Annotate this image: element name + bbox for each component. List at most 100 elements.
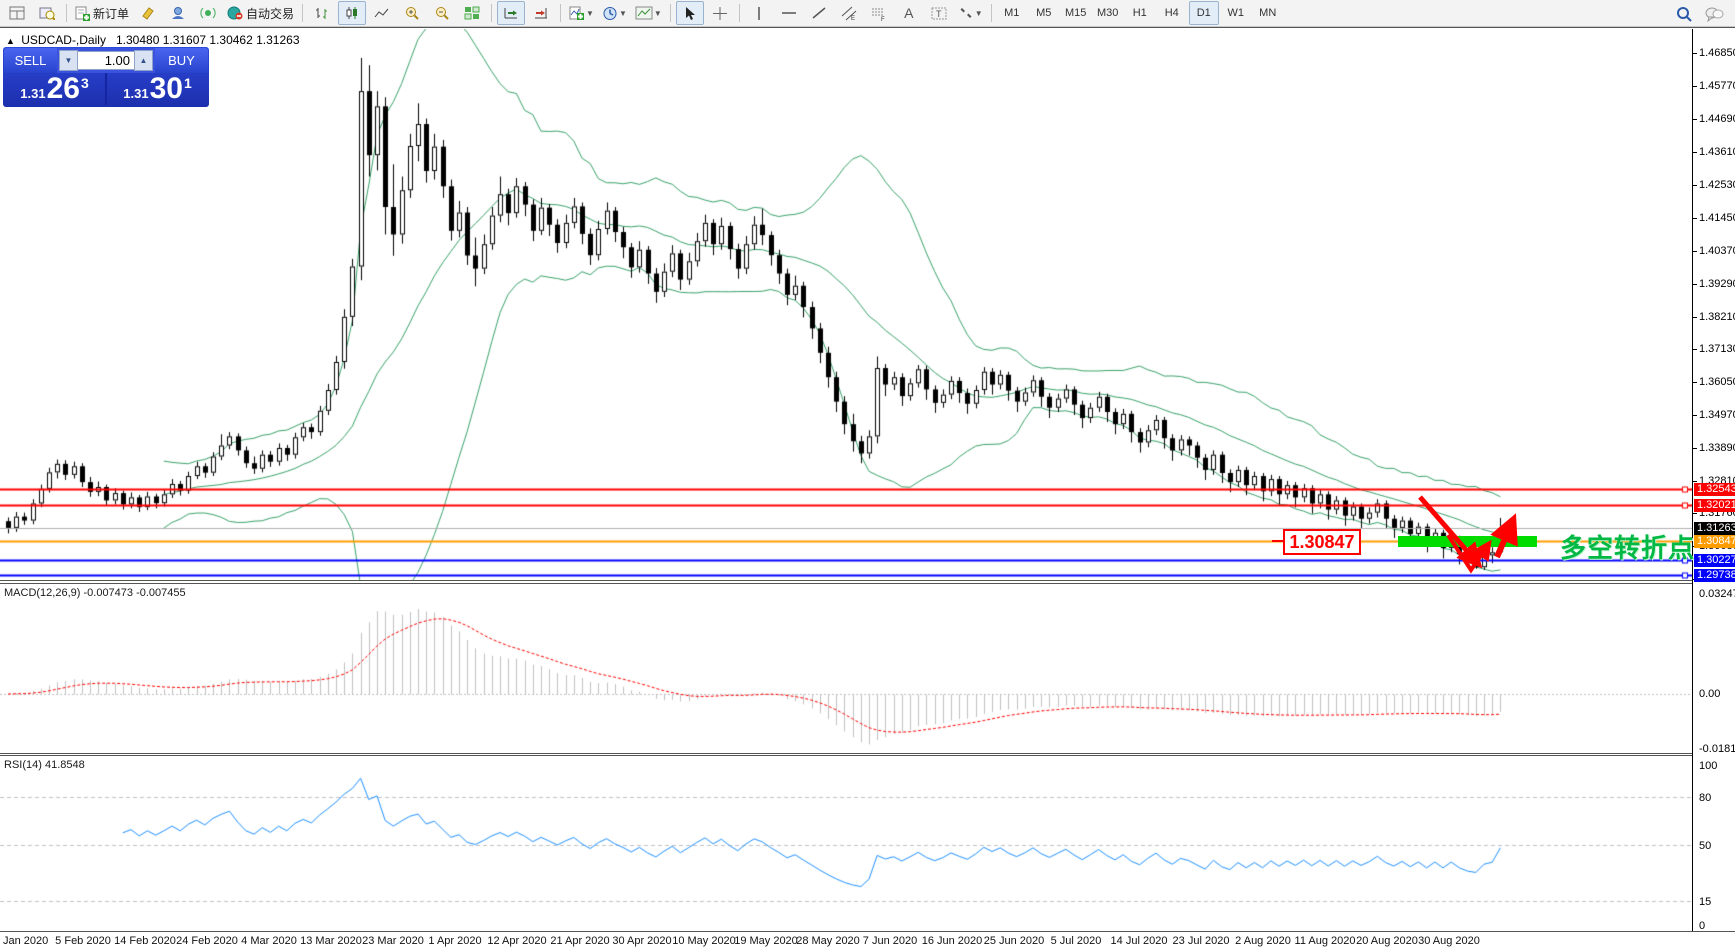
tile-windows-icon[interactable] — [458, 1, 486, 25]
main-chart-canvas[interactable] — [0, 29, 1692, 580]
horizontal-line-icon[interactable] — [775, 1, 803, 25]
search-icon[interactable] — [1670, 2, 1698, 26]
cursor-icon[interactable] — [676, 1, 704, 25]
date-label: 5 Feb 2020 — [55, 935, 111, 947]
periods-icon[interactable]: ▼ — [599, 1, 630, 25]
crosshair-icon[interactable] — [706, 1, 734, 25]
date-label: 21 Apr 2020 — [550, 935, 609, 947]
auto-scroll-icon[interactable] — [497, 1, 525, 25]
collapse-icon[interactable]: ▲ — [6, 36, 15, 46]
price-tick-label: 1.43610 — [1699, 146, 1735, 159]
styles-icon[interactable] — [134, 1, 162, 25]
price-tick-label: 1.44690 — [1699, 113, 1735, 126]
price-level-label: 1.32543 — [1694, 483, 1735, 496]
timeframe-D1[interactable]: D1 — [1189, 1, 1219, 25]
macd-axis-label: -0.018182 — [1699, 743, 1735, 756]
price-tick-label: 1.40370 — [1699, 245, 1735, 258]
price-tick-label: 1.42530 — [1699, 179, 1735, 192]
price-axis[interactable]: 1.468501.457701.446901.436101.425301.414… — [1692, 29, 1735, 931]
fibonacci-icon[interactable]: F — [865, 1, 893, 25]
timeframe-M30[interactable]: M30 — [1093, 1, 1123, 25]
timeframe-M1[interactable]: M1 — [997, 1, 1027, 25]
price-tick-label: 1.34970 — [1699, 409, 1735, 422]
time-axis[interactable]: 7 Jan 20205 Feb 202014 Feb 202024 Feb 20… — [0, 933, 1735, 949]
level-price-box[interactable]: 1.30847 — [1283, 529, 1361, 555]
axis-tick — [1693, 382, 1697, 383]
trendline-icon[interactable] — [805, 1, 833, 25]
text-label-icon[interactable]: T — [925, 1, 953, 25]
expert-advisors-icon[interactable] — [164, 1, 192, 25]
timeframe-M15[interactable]: M15 — [1061, 1, 1091, 25]
rsi-axis-label: 80 — [1699, 792, 1711, 805]
buy-price[interactable]: 1.31 30 1 — [107, 73, 208, 105]
equidistant-channel-icon[interactable]: E — [835, 1, 863, 25]
buy-button[interactable]: BUY — [155, 48, 208, 73]
price-tick-label: 1.37130 — [1699, 343, 1735, 356]
date-label: 1 Apr 2020 — [428, 935, 481, 947]
date-label: 12 Apr 2020 — [487, 935, 546, 947]
date-label: 30 Aug 2020 — [1418, 935, 1480, 947]
date-label: 11 Aug 2020 — [1295, 935, 1356, 947]
profiles-icon[interactable] — [33, 1, 61, 25]
toolbar: 新订单 自动交易 ▼ ▼ ▼ E F A T ▼ M1M5M15M30H1H4D… — [0, 0, 1735, 27]
timeframe-MN[interactable]: MN — [1253, 1, 1283, 25]
lot-input[interactable] — [78, 51, 134, 70]
indicators-icon[interactable]: ▼ — [566, 1, 597, 25]
timeframe-W1[interactable]: W1 — [1221, 1, 1251, 25]
date-label: 10 May 2020 — [672, 935, 736, 947]
candlestick-chart-icon[interactable] — [338, 1, 366, 25]
zoom-out-icon[interactable] — [428, 1, 456, 25]
buy-price-sup: 1 — [184, 75, 192, 91]
highlight-bar[interactable] — [1398, 536, 1537, 547]
date-label: 7 Jan 2020 — [0, 935, 48, 947]
line-chart-icon[interactable] — [368, 1, 396, 25]
date-label: 30 Apr 2020 — [612, 935, 671, 947]
toolbar-separator — [739, 4, 740, 22]
templates-icon[interactable]: ▼ — [632, 1, 665, 25]
lot-decrease-button[interactable]: ▼ — [59, 50, 78, 71]
date-label: 20 Aug 2020 — [1356, 935, 1418, 947]
text-tool-icon[interactable]: A — [895, 1, 923, 25]
sell-price[interactable]: 1.31 26 3 — [4, 73, 105, 105]
timeframe-H4[interactable]: H4 — [1157, 1, 1187, 25]
rsi-axis-label: 15 — [1699, 896, 1711, 909]
arrows-tool-icon[interactable]: ▼ — [955, 1, 986, 25]
svg-text:T: T — [936, 9, 942, 19]
zoom-in-icon[interactable] — [398, 1, 426, 25]
ohlc-values: 1.30480 1.31607 1.30462 1.31263 — [116, 33, 300, 47]
lot-increase-button[interactable]: ▲ — [134, 50, 153, 71]
signals-icon[interactable] — [194, 1, 222, 25]
price-level-label: 1.31263 — [1694, 522, 1735, 535]
bar-chart-icon[interactable] — [308, 1, 336, 25]
svg-text:F: F — [881, 17, 885, 21]
chat-icon[interactable] — [1700, 2, 1728, 26]
axis-tick — [1693, 317, 1697, 318]
charts-window-icon[interactable] — [3, 1, 31, 25]
turning-point-note[interactable]: 多空转折点 — [1560, 528, 1695, 565]
rsi-canvas[interactable] — [0, 756, 1692, 931]
panel-splitter[interactable] — [0, 580, 1735, 584]
timeframe-H1[interactable]: H1 — [1125, 1, 1155, 25]
sell-button[interactable]: SELL — [4, 48, 57, 73]
axis-tick — [1693, 284, 1697, 285]
axis-tick — [1693, 481, 1697, 482]
autotrading-label: 自动交易 — [246, 5, 294, 22]
date-label: 19 May 2020 — [734, 935, 798, 947]
timeframe-M5[interactable]: M5 — [1029, 1, 1059, 25]
price-tick-label: 1.36050 — [1699, 376, 1735, 389]
autotrading-button[interactable]: 自动交易 — [224, 1, 297, 25]
vertical-line-icon[interactable] — [745, 1, 773, 25]
chart-shift-icon[interactable] — [527, 1, 555, 25]
price-tick-label: 1.38210 — [1699, 311, 1735, 324]
symbol-period-label: USDCAD-,Daily — [21, 33, 106, 47]
panel-splitter[interactable] — [0, 753, 1735, 756]
new-order-label: 新订单 — [93, 5, 129, 22]
macd-canvas[interactable] — [0, 584, 1692, 753]
toolbar-separator — [560, 4, 561, 22]
axis-tick — [1693, 152, 1697, 153]
toolbar-separator — [991, 4, 992, 22]
axis-tick — [1693, 349, 1697, 350]
sell-price-big: 26 — [47, 75, 80, 103]
price-tick-label: 1.41450 — [1699, 212, 1735, 225]
new-order-button[interactable]: 新订单 — [72, 1, 132, 25]
